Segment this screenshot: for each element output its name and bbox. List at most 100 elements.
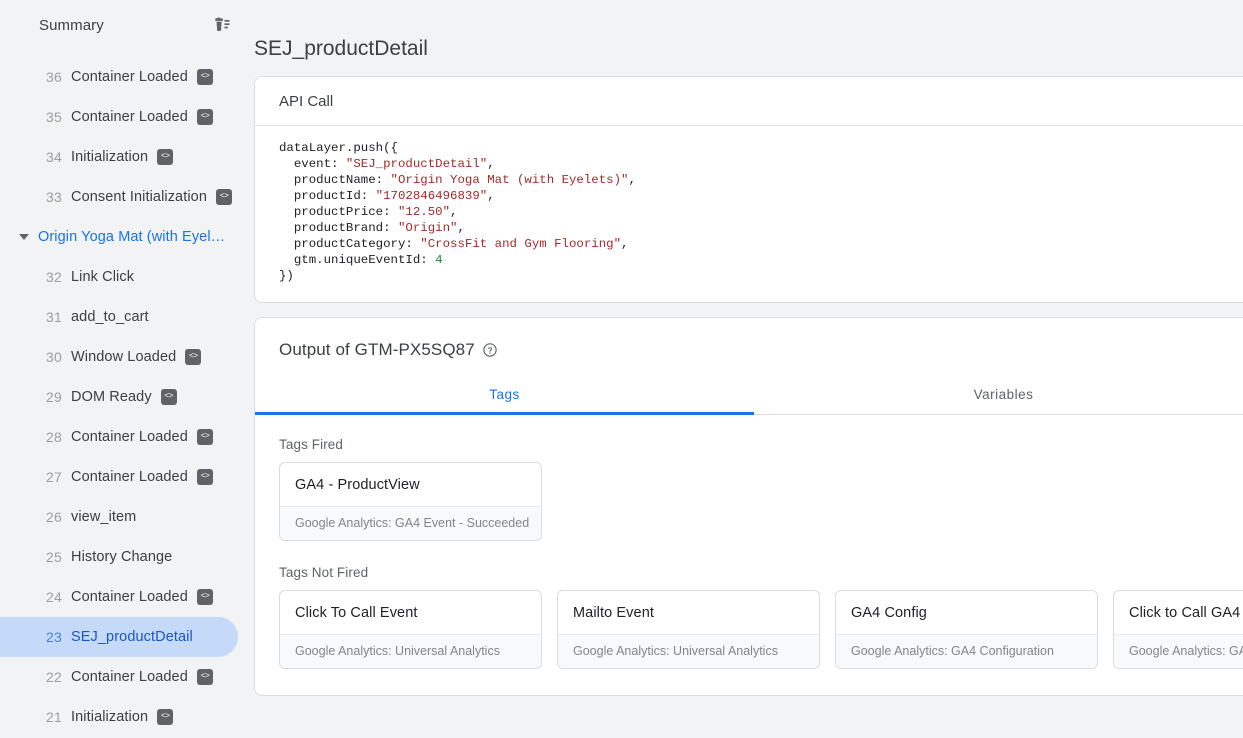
- event-index: 26: [38, 509, 62, 525]
- code-token: productName:: [279, 173, 391, 187]
- event-row[interactable]: 27 Container Loaded <>: [0, 457, 250, 497]
- tag-status: Google Analytics: GA4 Configuration: [836, 634, 1097, 668]
- event-row[interactable]: 28 Container Loaded <>: [0, 417, 250, 457]
- event-label: Container Loaded: [71, 429, 188, 445]
- event-row[interactable]: 24 Container Loaded <>: [0, 577, 250, 617]
- code-token: ,: [450, 205, 457, 219]
- tag-card[interactable]: GA4 Config Google Analytics: GA4 Configu…: [835, 590, 1098, 669]
- code-token: ,: [621, 237, 628, 251]
- code-token: "Origin Yoga Mat (with Eyelets)": [391, 173, 629, 187]
- tags-fired-list: GA4 - ProductView Google Analytics: GA4 …: [279, 462, 1229, 541]
- code-token: productBrand:: [279, 221, 398, 235]
- event-index: 32: [38, 269, 62, 285]
- tab-tags[interactable]: Tags: [255, 374, 754, 414]
- event-row-selected[interactable]: 23 SEJ_productDetail: [0, 617, 238, 657]
- event-index: 35: [38, 109, 62, 125]
- code-badge-icon: <>: [161, 389, 177, 405]
- tag-card[interactable]: GA4 - ProductView Google Analytics: GA4 …: [279, 462, 542, 541]
- tags-tab-panel: Tags Fired GA4 - ProductView Google Anal…: [255, 415, 1243, 695]
- code-badge-icon: <>: [185, 349, 201, 365]
- event-index: 21: [38, 709, 62, 725]
- event-label: Link Click: [71, 269, 134, 285]
- tag-card[interactable]: Mailto Event Google Analytics: Universal…: [557, 590, 820, 669]
- event-label: Container Loaded: [71, 109, 188, 125]
- code-badge-icon: <>: [197, 469, 213, 485]
- tag-name: GA4 - ProductView: [280, 463, 541, 506]
- code-badge-icon: <>: [197, 429, 213, 445]
- event-index: 36: [38, 69, 62, 85]
- event-label: Container Loaded: [71, 669, 188, 685]
- sidebar-header: Summary: [0, 0, 250, 50]
- event-list: 36 Container Loaded <> 35 Container Load…: [0, 50, 250, 737]
- tag-status: Google Analytics: GA4 Event - Succeeded: [280, 506, 541, 540]
- event-index: 27: [38, 469, 62, 485]
- code-token: "CrossFit and Gym Flooring": [420, 237, 621, 251]
- event-label: Initialization: [71, 149, 148, 165]
- delete-sweep-icon[interactable]: [210, 13, 234, 37]
- event-label: History Change: [71, 549, 172, 565]
- event-row[interactable]: 32 Link Click: [0, 257, 250, 297]
- code-token: gtm.uniqueEventId:: [279, 253, 435, 267]
- tag-card[interactable]: Click to Call GA4 Google Analytics: GA4 …: [1113, 590, 1243, 669]
- event-index: 30: [38, 349, 62, 365]
- code-token: }): [279, 269, 294, 283]
- code-badge-icon: <>: [157, 709, 173, 725]
- event-row[interactable]: 25 History Change: [0, 537, 250, 577]
- event-label: Initialization: [71, 709, 148, 725]
- event-label: view_item: [71, 509, 136, 525]
- output-panel: Output of GTM-PX5SQ87 Tags Variables Tag…: [254, 317, 1243, 696]
- event-row[interactable]: 33 Consent Initialization <>: [0, 177, 250, 217]
- code-token: productPrice:: [279, 205, 398, 219]
- code-token: dataLayer.push({: [279, 141, 398, 155]
- event-row[interactable]: 35 Container Loaded <>: [0, 97, 250, 137]
- event-row[interactable]: 36 Container Loaded <>: [0, 57, 250, 97]
- tag-name: Click To Call Event: [280, 591, 541, 634]
- code-badge-icon: <>: [157, 149, 173, 165]
- event-row[interactable]: 22 Container Loaded <>: [0, 657, 250, 697]
- tag-status: Google Analytics: Universal Analytics: [558, 634, 819, 668]
- api-call-header: API Call: [255, 77, 1243, 126]
- expand-chevron-icon[interactable]: [10, 234, 38, 240]
- code-token: ,: [457, 221, 464, 235]
- code-token: "1702846496839": [376, 189, 488, 203]
- event-label: Window Loaded: [71, 349, 176, 365]
- code-token: "SEJ_productDetail": [346, 157, 487, 171]
- code-badge-icon: <>: [197, 69, 213, 85]
- event-index: 29: [38, 389, 62, 405]
- event-row[interactable]: 31 add_to_cart: [0, 297, 250, 337]
- tag-card[interactable]: Click To Call Event Google Analytics: Un…: [279, 590, 542, 669]
- event-group-row[interactable]: Origin Yoga Mat (with Eyel…: [0, 217, 250, 257]
- event-index: 34: [38, 149, 62, 165]
- event-row[interactable]: 30 Window Loaded <>: [0, 337, 250, 377]
- datalayer-code-block: dataLayer.push({ event: "SEJ_productDeta…: [255, 126, 1243, 302]
- gtm-preview-app: Summary 36 Container Loaded <> 35 Contai…: [0, 0, 1243, 738]
- output-title: Output of GTM-PX5SQ87: [279, 340, 475, 360]
- code-token: productId:: [279, 189, 376, 203]
- event-label: Container Loaded: [71, 469, 188, 485]
- event-label: Container Loaded: [71, 589, 188, 605]
- tags-not-fired-label: Tags Not Fired: [279, 565, 1229, 580]
- event-row[interactable]: 34 Initialization <>: [0, 137, 250, 177]
- help-circle-icon[interactable]: [482, 342, 498, 358]
- output-header: Output of GTM-PX5SQ87: [255, 318, 1243, 360]
- event-index: 22: [38, 669, 62, 685]
- event-label: add_to_cart: [71, 309, 149, 325]
- tag-name: GA4 Config: [836, 591, 1097, 634]
- code-token: 4: [435, 253, 442, 267]
- main-content: SEJ_productDetail API Call dataLayer.pus…: [250, 0, 1243, 738]
- code-token: "Origin": [398, 221, 458, 235]
- section-spacer: [279, 541, 1229, 565]
- event-row[interactable]: 29 DOM Ready <>: [0, 377, 250, 417]
- event-row[interactable]: 26 view_item: [0, 497, 250, 537]
- api-call-panel: API Call dataLayer.push({ event: "SEJ_pr…: [254, 76, 1243, 303]
- code-badge-icon: <>: [216, 189, 232, 205]
- event-row[interactable]: 21 Initialization <>: [0, 697, 250, 737]
- code-token: ,: [629, 173, 636, 187]
- tag-status: Google Analytics: GA4 Event: [1114, 634, 1243, 668]
- output-tabs: Tags Variables: [255, 374, 1243, 415]
- event-index: 25: [38, 549, 62, 565]
- event-label: DOM Ready: [71, 389, 152, 405]
- code-token: ,: [487, 157, 494, 171]
- tab-variables[interactable]: Variables: [754, 374, 1243, 414]
- event-index: 33: [38, 189, 62, 205]
